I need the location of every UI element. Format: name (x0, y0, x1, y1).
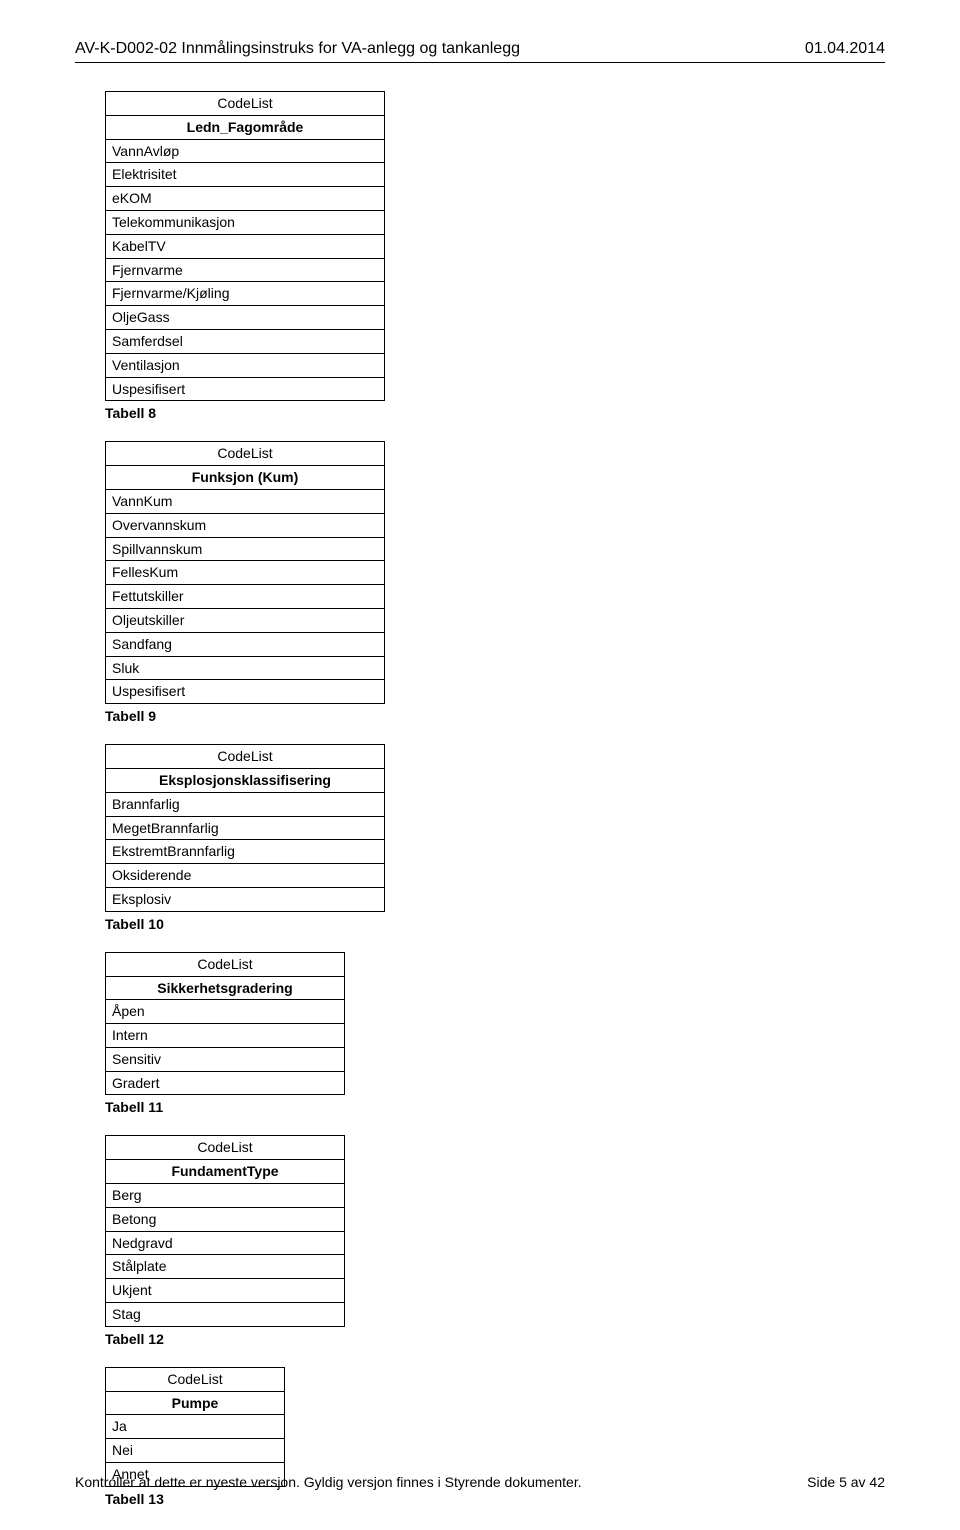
table-caption: Tabell 12 (105, 1331, 885, 1347)
header-date: 01.04.2014 (805, 40, 885, 58)
codelist-heading-main: FundamentType (106, 1160, 344, 1184)
table-caption: Tabell 10 (105, 916, 885, 932)
codelist-row: VannKum (106, 490, 384, 514)
page: AV-K-D002-02 Innmålingsinstruks for VA-a… (0, 0, 960, 1530)
codelist-row: FellesKum (106, 561, 384, 585)
codelist-row: Fjernvarme (106, 259, 384, 283)
codelist-row: Sluk (106, 657, 384, 681)
codelist-table: CodeListSikkerhetsgraderingÅpenInternSen… (105, 952, 345, 1096)
codelist-table: CodeListPumpeJaNeiAnnet (105, 1367, 285, 1487)
codelist-heading-main: Sikkerhetsgradering (106, 977, 344, 1001)
codelist-row: Ja (106, 1415, 284, 1439)
codelist-row: VannAvløp (106, 140, 384, 164)
codelist-row: Gradert (106, 1072, 344, 1096)
codelist-row: Fettutskiller (106, 585, 384, 609)
table-caption: Tabell 8 (105, 405, 885, 421)
codelist-row: Intern (106, 1024, 344, 1048)
codelist-row: Overvannskum (106, 514, 384, 538)
header-left: AV-K-D002-02 Innmålingsinstruks for VA-a… (75, 40, 520, 58)
codelist-table: CodeListLedn_FagområdeVannAvløpElektrisi… (105, 91, 385, 401)
header-bar: AV-K-D002-02 Innmålingsinstruks for VA-a… (75, 40, 885, 58)
codelist-row: Sandfang (106, 633, 384, 657)
header-divider (75, 62, 885, 63)
codelist-row: Spillvannskum (106, 538, 384, 562)
codelist-heading-sup: CodeList (106, 442, 384, 466)
codelist-row: Elektrisitet (106, 163, 384, 187)
codelist-row: KabelTV (106, 235, 384, 259)
codelist-row: MegetBrannfarlig (106, 817, 384, 841)
codelist-row: Oksiderende (106, 864, 384, 888)
footer-left: Kontroller at dette er nyeste versjon. G… (75, 1474, 582, 1490)
codelist-row: Uspesifisert (106, 680, 384, 704)
codelist-row: Sensitiv (106, 1048, 344, 1072)
codelist-row: Ventilasjon (106, 354, 384, 378)
codelist-row: Fjernvarme/Kjøling (106, 282, 384, 306)
table-caption: Tabell 13 (105, 1491, 885, 1507)
codelist-row: Telekommunikasjon (106, 211, 384, 235)
codelist-table: CodeListFunksjon (Kum)VannKumOvervannsku… (105, 441, 385, 704)
table-caption: Tabell 11 (105, 1099, 885, 1115)
codelist-row: Stag (106, 1303, 344, 1327)
codelist-row: Samferdsel (106, 330, 384, 354)
codelist-heading-main: Pumpe (106, 1392, 284, 1416)
codelist-heading-main: Eksplosjonsklassifisering (106, 769, 384, 793)
codelist-row: EkstremtBrannfarlig (106, 840, 384, 864)
codelist-row: Eksplosiv (106, 888, 384, 912)
tables-container: CodeListLedn_FagområdeVannAvløpElektrisi… (75, 91, 885, 1507)
codelist-row: Oljeutskiller (106, 609, 384, 633)
codelist-row: Brannfarlig (106, 793, 384, 817)
codelist-heading-main: Ledn_Fagområde (106, 116, 384, 140)
codelist-heading-sup: CodeList (106, 92, 384, 116)
table-caption: Tabell 9 (105, 708, 885, 724)
codelist-heading-sup: CodeList (106, 1136, 344, 1160)
codelist-row: Betong (106, 1208, 344, 1232)
codelist-row: OljeGass (106, 306, 384, 330)
codelist-row: Nedgravd (106, 1232, 344, 1256)
codelist-heading-sup: CodeList (106, 1368, 284, 1392)
codelist-row: Uspesifisert (106, 378, 384, 402)
codelist-row: eKOM (106, 187, 384, 211)
footer-right: Side 5 av 42 (807, 1474, 885, 1490)
codelist-table: CodeListEksplosjonsklassifiseringBrannfa… (105, 744, 385, 912)
codelist-row: Nei (106, 1439, 284, 1463)
codelist-row: Berg (106, 1184, 344, 1208)
codelist-row: Åpen (106, 1000, 344, 1024)
codelist-table: CodeListFundamentTypeBergBetongNedgravdS… (105, 1135, 345, 1326)
codelist-row: Ukjent (106, 1279, 344, 1303)
codelist-heading-sup: CodeList (106, 745, 384, 769)
codelist-row: Stålplate (106, 1255, 344, 1279)
codelist-heading-main: Funksjon (Kum) (106, 466, 384, 490)
codelist-heading-sup: CodeList (106, 953, 344, 977)
footer: Kontroller at dette er nyeste versjon. G… (75, 1474, 885, 1490)
